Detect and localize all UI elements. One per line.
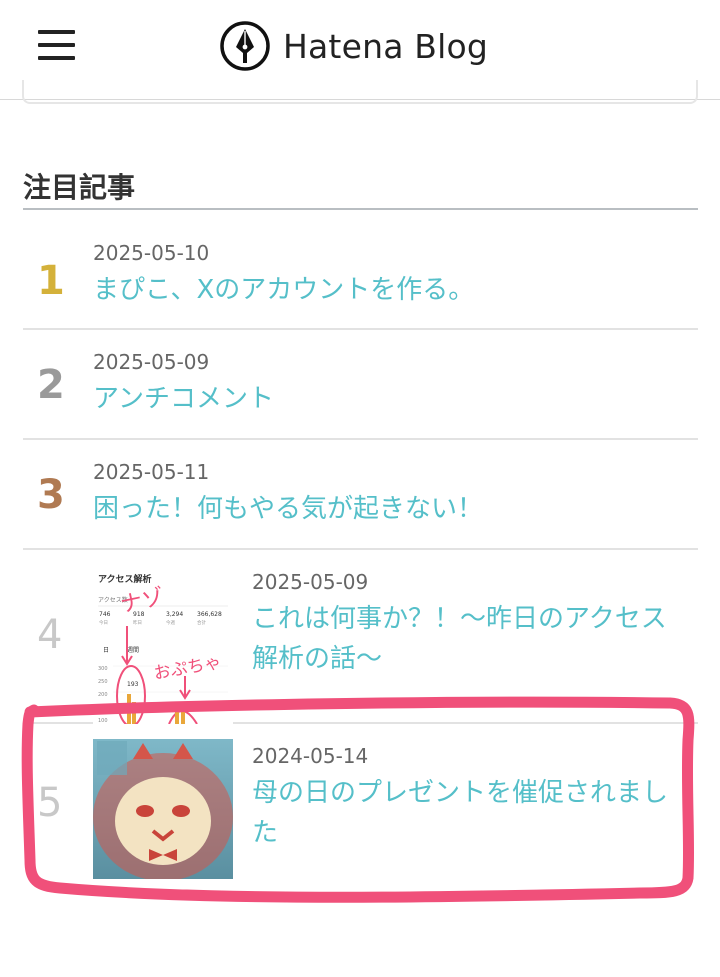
thumb-stat-label: 今日 <box>99 619 108 626</box>
entry-date: 2025-05-09 <box>252 570 369 594</box>
thumb-stat-label: 昨日 <box>133 619 142 626</box>
hamburger-line <box>38 30 75 34</box>
entry-title-link-line2[interactable]: た <box>252 813 278 853</box>
hamburger-icon[interactable] <box>38 30 76 62</box>
svg-text:150: 150 <box>98 705 108 711</box>
entry-date: 2024-05-14 <box>252 744 369 768</box>
apple-carving-image <box>93 739 233 879</box>
entry-date: 2025-05-10 <box>93 241 210 265</box>
svg-text:250: 250 <box>98 679 108 685</box>
ranking-entry-1[interactable]: 1 2025-05-10 まぴこ、Xのアカウントを作る。 <box>23 210 698 330</box>
section-title: 注目記事 <box>23 171 136 204</box>
access-analytics-image: アクセス解析 アクセス数 746 918 3,294 366,628 今日 昨日… <box>98 573 228 724</box>
entry-title-link-line2[interactable]: 解析の話〜 <box>252 639 382 679</box>
rank-number: 1 <box>37 258 65 304</box>
entry-date: 2025-05-11 <box>93 460 210 484</box>
thumb-stat: 3,294 <box>166 611 183 618</box>
thumb-tab: 週間 <box>127 646 139 654</box>
entry-title-link[interactable]: これは何事か？！〜昨日のアクセス <box>252 599 667 639</box>
ranking-entry-2[interactable]: 2 2025-05-09 アンチコメント <box>23 330 698 440</box>
pen-nib-icon <box>220 21 270 71</box>
hamburger-line <box>38 43 75 47</box>
thumb-bar <box>127 694 131 724</box>
svg-text:300: 300 <box>98 666 108 672</box>
rank-number: 2 <box>37 362 65 408</box>
entry-date: 2025-05-09 <box>93 350 210 374</box>
rank-number: 5 <box>37 780 63 826</box>
thumb-stat: 366,628 <box>197 611 222 618</box>
svg-text:193: 193 <box>127 681 139 688</box>
thumb-stat-label: 今週 <box>166 619 175 626</box>
ranking-entry-5[interactable]: 5 2024-05-14 母の日のプレゼントを催促されまし た <box>23 724 698 894</box>
logo-text: Hatena Blog <box>283 26 489 66</box>
rank-number: 4 <box>37 612 63 658</box>
thumb-heading: アクセス解析 <box>98 573 152 585</box>
hamburger-line <box>38 56 75 60</box>
thumb-stat-label: 合計 <box>197 619 206 626</box>
entry-title-link[interactable]: まぴこ、Xのアカウントを作る。 <box>93 270 474 310</box>
previous-section-box <box>22 80 698 104</box>
entry-title-link[interactable]: 困った！何もやる気が起きない！ <box>93 489 483 529</box>
entry-title-link[interactable]: アンチコメント <box>93 379 274 419</box>
thumb-tab: 日 <box>103 647 109 654</box>
entry-title-link[interactable]: 母の日のプレゼントを催促されまし <box>252 773 668 813</box>
access-analytics-thumbnail[interactable]: アクセス解析 アクセス数 746 918 3,294 366,628 今日 昨日… <box>93 566 233 724</box>
ranking-entry-3[interactable]: 3 2025-05-11 困った！何もやる気が起きない！ <box>23 440 698 550</box>
scribble-text: おぷちゃ <box>152 652 223 684</box>
scribble-text: ナゾ <box>118 585 166 619</box>
rank-number: 3 <box>37 472 65 518</box>
svg-text:200: 200 <box>98 692 108 698</box>
thumb-stat: 746 <box>99 611 111 618</box>
hatena-blog-logo[interactable]: Hatena Blog <box>219 20 488 72</box>
apple-carving-thumbnail[interactable] <box>93 739 233 879</box>
ranking-entry-4[interactable]: 4 アクセス解析 アクセス数 746 918 3,294 366,628 今日 … <box>23 550 698 724</box>
thumb-bar <box>132 702 136 724</box>
